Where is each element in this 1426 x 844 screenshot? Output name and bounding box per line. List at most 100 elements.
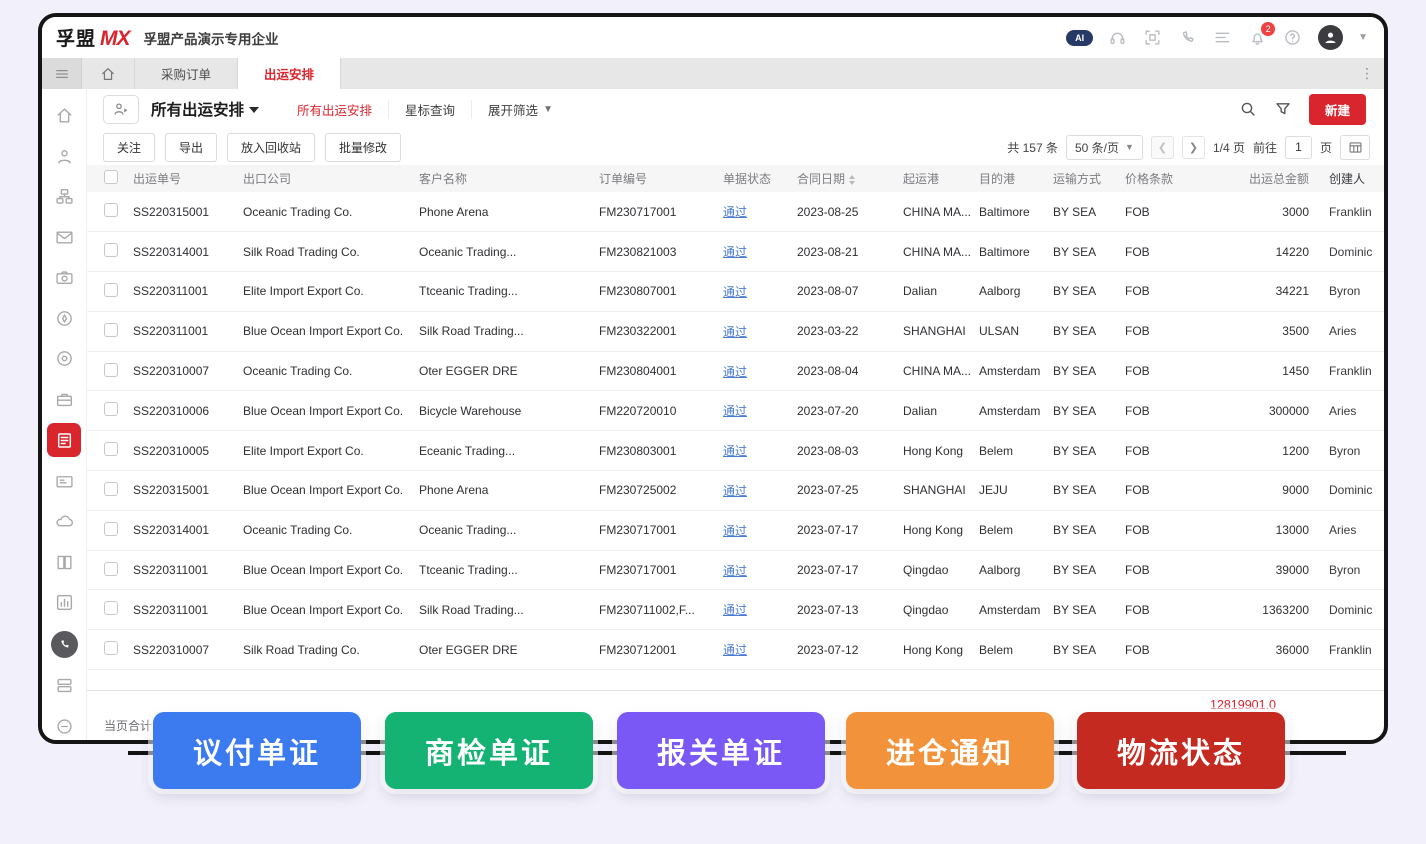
sidebar-phone-dark-icon[interactable]	[50, 630, 78, 658]
search-icon[interactable]	[1239, 100, 1258, 119]
row-checkbox[interactable]	[104, 243, 118, 258]
table-row[interactable]: SS220311001 Blue Ocean Import Export Co. S…	[87, 311, 1384, 352]
status-link[interactable]: 通过	[723, 643, 747, 657]
page-size-select[interactable]: 50 条/页 ▼	[1065, 134, 1143, 160]
sidebar-home-icon[interactable]	[52, 103, 77, 128]
cell-status: 通过	[719, 390, 793, 432]
cell-customer: Oceanic Trading...	[415, 231, 595, 273]
table-row[interactable]: SS220311001 Blue Ocean Import Export Co. T…	[87, 550, 1384, 591]
table-row[interactable]: SS220314001 Oceanic Trading Co. Oceanic Tr…	[87, 510, 1384, 551]
total-count-text: 共 157 条	[1007, 140, 1058, 155]
row-checkbox[interactable]	[104, 481, 118, 496]
row-checkbox[interactable]	[104, 282, 118, 297]
column-header-合同日期[interactable]: 合同日期	[793, 165, 899, 192]
workspace-menu-icon[interactable]	[42, 58, 82, 89]
current-view-title[interactable]: 所有出运安排	[151, 98, 260, 120]
action-button-导出[interactable]: 导出	[165, 132, 218, 162]
prev-page-button[interactable]: ❮	[1150, 135, 1174, 159]
workflow-button-报关单证[interactable]: 报关单证	[617, 712, 825, 789]
view-tab-星标查询[interactable]: 星标查询	[388, 99, 471, 119]
next-page-button[interactable]: ❯	[1181, 135, 1205, 159]
sidebar-user-icon[interactable]	[52, 144, 77, 169]
row-checkbox[interactable]	[104, 402, 118, 417]
goto-page-input[interactable]	[1284, 135, 1312, 159]
status-link[interactable]: 通过	[723, 564, 747, 578]
status-link[interactable]: 通过	[723, 285, 747, 299]
view-tab-展开筛选[interactable]: 展开筛选 ▼	[471, 99, 569, 119]
cell-date: 2023-08-25	[793, 192, 899, 233]
select-all-checkbox[interactable]	[104, 170, 118, 184]
tab-采购订单[interactable]: 采购订单	[135, 58, 239, 89]
row-checkbox[interactable]	[104, 203, 118, 218]
row-checkbox[interactable]	[104, 322, 118, 337]
status-link[interactable]: 通过	[723, 603, 747, 617]
table-row[interactable]: SS220311001 Elite Import Export Co. Ttcean…	[87, 271, 1384, 312]
table-row[interactable]: SS220310007 Oceanic Trading Co. Oter EGGER…	[87, 351, 1384, 392]
status-link[interactable]: 通过	[723, 404, 747, 418]
sidebar-org-icon[interactable]	[52, 184, 77, 209]
action-button-批量修改[interactable]: 批量修改	[325, 132, 402, 162]
phone-icon[interactable]	[1178, 28, 1198, 48]
row-checkbox[interactable]	[104, 601, 118, 616]
cell-ship_no: SS220315001	[129, 192, 239, 233]
status-link[interactable]: 通过	[723, 484, 747, 498]
sort-icon[interactable]	[849, 174, 856, 185]
workflow-button-议付单证[interactable]: 议付单证	[153, 712, 361, 789]
status-link[interactable]: 通过	[723, 325, 747, 339]
cell-ship_no: SS220314001	[129, 231, 239, 273]
table-row[interactable]: SS220314001 Silk Road Trading Co. Oceanic …	[87, 231, 1384, 273]
cell-terms: FOB	[1121, 510, 1201, 551]
headset-icon[interactable]	[1108, 28, 1128, 48]
new-record-button[interactable]: 新建	[1308, 93, 1366, 125]
sidebar-shipping-doc-icon[interactable]	[47, 423, 81, 457]
workflow-button-物流状态[interactable]: 物流状态	[1077, 712, 1285, 789]
account-chevron-down-icon[interactable]: ▼	[1358, 32, 1368, 43]
sidebar-layers-icon[interactable]	[52, 673, 77, 698]
status-link[interactable]: 通过	[723, 245, 747, 259]
status-link[interactable]: 通过	[723, 444, 747, 458]
sidebar-briefcase-icon[interactable]	[52, 387, 77, 412]
sidebar-card-icon[interactable]	[52, 469, 77, 494]
row-checkbox[interactable]	[104, 442, 118, 457]
table-row[interactable]: SS220310005 Elite Import Export Co. Eceani…	[87, 430, 1384, 472]
view-tab-所有出运安排[interactable]: 所有出运安排	[281, 100, 388, 119]
column-header-起运港: 起运港	[899, 165, 975, 192]
row-checkbox[interactable]	[104, 521, 118, 536]
column-settings-icon[interactable]	[1340, 134, 1370, 160]
sidebar-mail-icon[interactable]	[52, 225, 77, 250]
cell-exporter: Elite Import Export Co.	[239, 430, 415, 472]
status-link[interactable]: 通过	[723, 205, 747, 219]
lines-icon[interactable]	[1213, 28, 1233, 48]
table-row[interactable]: SS220315001 Blue Ocean Import Export Co. P…	[87, 470, 1384, 511]
action-button-关注[interactable]: 关注	[103, 132, 156, 162]
row-checkbox[interactable]	[104, 641, 118, 656]
row-checkbox[interactable]	[104, 362, 118, 377]
sidebar-chart-icon[interactable]	[52, 590, 77, 615]
table-row[interactable]: SS220310007 Silk Road Trading Co. Oter EGG…	[87, 629, 1384, 671]
workflow-button-商检单证[interactable]: 商检单证	[385, 712, 593, 789]
sidebar-camera-icon[interactable]	[52, 265, 77, 290]
help-icon[interactable]	[1283, 28, 1303, 48]
bell-icon[interactable]: 2	[1248, 21, 1276, 48]
tab-home[interactable]	[82, 58, 135, 89]
sidebar-book-icon[interactable]	[52, 550, 77, 575]
avatar[interactable]	[1318, 25, 1344, 50]
tab-出运安排[interactable]: 出运安排	[238, 58, 342, 89]
cell-date: 2023-07-25	[793, 470, 899, 511]
filter-funnel-icon[interactable]	[1274, 100, 1293, 119]
ai-assistant-badge[interactable]: AI	[1066, 29, 1094, 46]
tabstrip-more-icon[interactable]: ⋮	[1360, 65, 1374, 82]
view-switcher-button[interactable]	[103, 94, 139, 124]
status-link[interactable]: 通过	[723, 524, 747, 538]
table-row[interactable]: SS220311001 Blue Ocean Import Export Co. S…	[87, 589, 1384, 631]
sidebar-location-icon[interactable]	[52, 346, 77, 371]
scan-icon[interactable]	[1143, 28, 1163, 48]
workflow-button-进仓通知[interactable]: 进仓通知	[846, 712, 1054, 789]
status-link[interactable]: 通过	[723, 365, 747, 379]
table-row[interactable]: SS220310006 Blue Ocean Import Export Co. B…	[87, 390, 1384, 432]
table-row[interactable]: SS220315001 Oceanic Trading Co. Phone Aren…	[87, 192, 1384, 233]
sidebar-cloud-icon[interactable]	[52, 509, 77, 534]
action-button-放入回收站[interactable]: 放入回收站	[227, 132, 316, 162]
row-checkbox[interactable]	[104, 561, 118, 576]
sidebar-compass-icon[interactable]	[52, 306, 77, 331]
